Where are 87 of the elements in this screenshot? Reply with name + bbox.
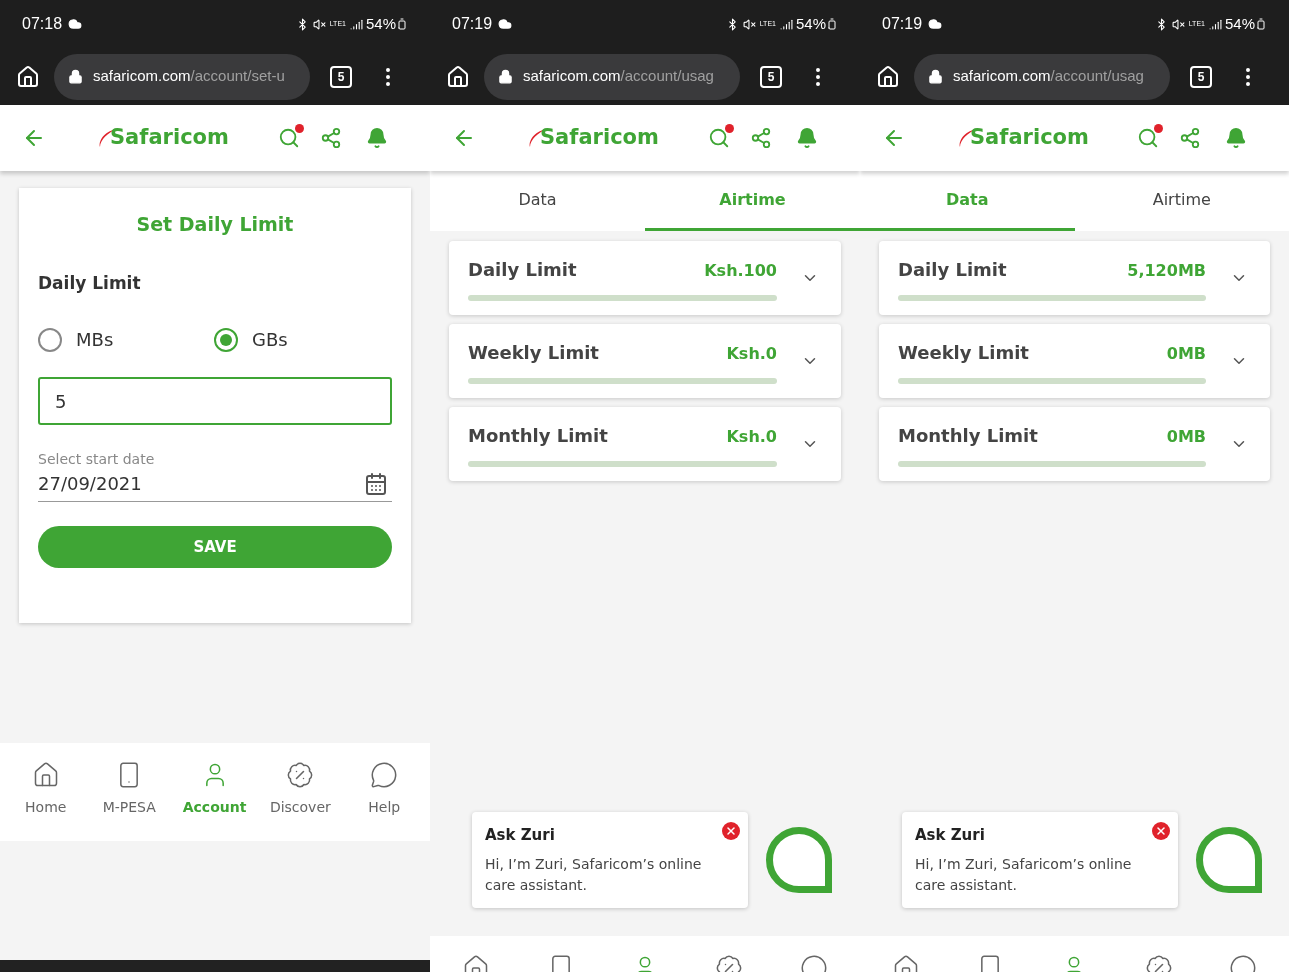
search-icon[interactable] [1137,127,1159,149]
nav-item[interactable]: Home [15,761,76,818]
signal-icon [1208,17,1222,31]
limit-name: Daily Limit [898,257,1007,282]
section-label: Daily Limit [38,271,142,295]
mute-icon [742,17,756,31]
limit-value: Ksh.100 [704,259,777,282]
limit-card[interactable]: Daily Limit 5,120MB [879,241,1270,315]
limit-card[interactable]: Daily Limit Ksh.100 [449,241,841,315]
amount-field[interactable]: 5 [38,377,392,425]
signal-icon [779,17,793,31]
limit-value: Ksh.0 [726,342,777,365]
limit-name: Monthly Limit [898,423,1038,448]
usage-tab[interactable]: Airtime [1074,171,1289,231]
url-text: safaricom.com/account/usag [953,66,1144,87]
chat-title: Ask Zuri [915,824,985,846]
close-icon [725,824,737,837]
mute-icon [312,17,326,31]
limit-name: Weekly Limit [898,340,1029,365]
home-icon[interactable] [876,64,900,89]
tab-count[interactable]: 5 [330,65,352,88]
share-icon[interactable] [750,127,772,149]
limit-card[interactable]: Weekly Limit Ksh.0 [449,324,841,398]
chat-message: Hi, I’m Zuri, Safaricom’s online care assistant. [485,855,703,895]
tab-count[interactable]: 5 [760,65,782,88]
date-label: Select start date [38,450,156,469]
share-icon[interactable] [320,127,342,149]
battery-icon [825,18,839,30]
percent-badge-icon [286,761,315,789]
chat-title: Ask Zuri [485,824,555,846]
bell-icon[interactable] [1225,127,1247,149]
search-icon[interactable] [708,127,730,149]
tab-count[interactable]: 5 [1190,65,1212,88]
limit-card[interactable]: Weekly Limit 0MB [879,324,1270,398]
lock-icon [928,69,943,84]
speech-bubble-icon [370,761,399,789]
unit-radio[interactable]: GBs [214,326,390,353]
logo-text: Safaricom [540,124,659,152]
bell-icon[interactable] [796,127,818,149]
url-text: safaricom.com/account/set-u [93,66,285,87]
mute-icon [1171,17,1185,31]
nav-item[interactable]: M-PESA [99,761,160,818]
home-icon[interactable] [16,64,40,89]
nav-item[interactable]: Discover [269,761,331,818]
address-bar[interactable]: safaricom.com/account/set-u [54,53,310,100]
close-button[interactable] [1152,821,1170,840]
lock-icon [498,69,513,84]
date-field[interactable]: 27/09/2021 [38,470,392,502]
limit-name: Weekly Limit [468,340,599,365]
limit-value: Ksh.0 [726,425,777,448]
share-icon[interactable] [1179,127,1201,149]
limit-value: 5,120MB [1127,259,1206,282]
status-time: 07:18 [22,14,63,34]
limit-card[interactable]: Monthly Limit 0MB [879,407,1270,481]
unit-radio[interactable]: MBs [38,326,214,353]
close-icon [1155,824,1167,837]
limit-value: 0MB [1166,425,1206,448]
signal-icon [349,17,363,31]
cloud-icon [498,17,513,31]
logo-text: Safaricom [110,124,229,152]
lock-icon [68,69,83,84]
battery-level: 54% [365,13,396,34]
usage-tab[interactable]: Data [430,171,645,231]
status-time: 07:19 [882,14,923,34]
limit-name: Monthly Limit [468,423,608,448]
close-button[interactable] [722,821,740,840]
cloud-icon [928,17,943,31]
limit-value: 0MB [1166,342,1206,365]
limit-name: Daily Limit [468,257,577,282]
battery-icon [395,18,409,30]
battery-icon [1254,18,1268,30]
url-text: safaricom.com/account/usag [523,66,714,87]
home-icon[interactable] [446,64,470,89]
card-title: Set Daily Limit [135,212,295,237]
status-time: 07:19 [452,14,493,34]
nav-item[interactable]: Help [354,761,415,818]
calendar-icon[interactable] [364,471,388,496]
limit-card[interactable]: Monthly Limit Ksh.0 [449,407,841,481]
bell-icon[interactable] [366,127,388,149]
address-bar[interactable]: safaricom.com/account/usag [484,53,740,100]
logo-text: Safaricom [970,124,1089,152]
search-icon[interactable] [278,127,300,149]
battery-level: 54% [1224,13,1255,34]
battery-level: 54% [795,13,826,34]
address-bar[interactable]: safaricom.com/account/usag [914,53,1170,100]
chat-message: Hi, I’m Zuri, Safaricom’s online care assistant. [915,855,1133,895]
cloud-icon [68,17,83,31]
